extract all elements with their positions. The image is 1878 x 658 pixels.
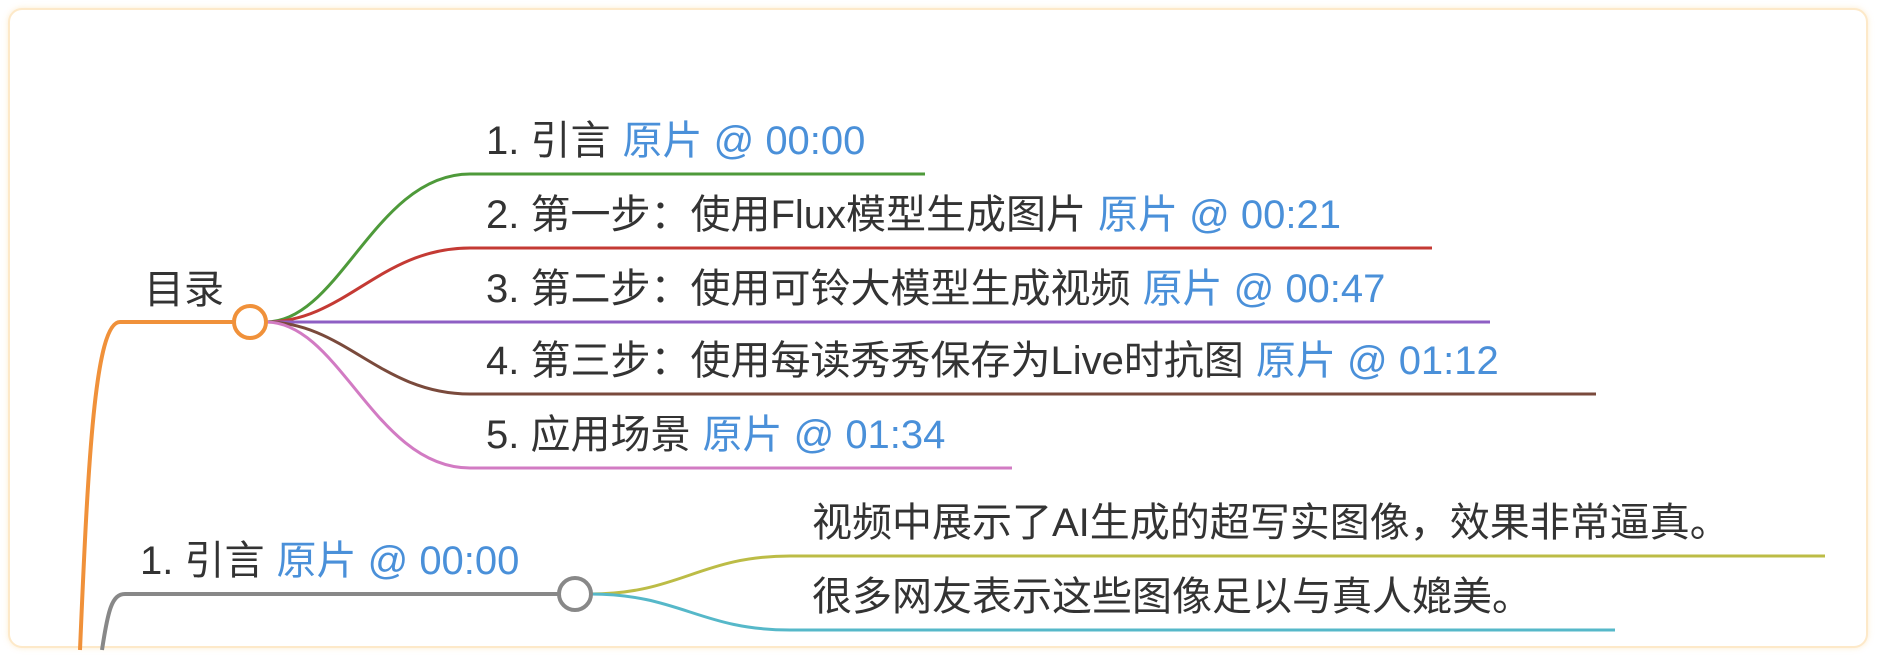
toc-label[interactable]: 目录 [144, 266, 224, 314]
intro-node-text: 1. 引言 [140, 539, 265, 583]
intro-node-link[interactable]: 原片 @ 00:00 [276, 539, 519, 583]
toc-item-3-link[interactable]: 原片 @ 00:47 [1142, 267, 1385, 311]
toc-item-4-text: 4. 第三步：使用每读秀秀保存为Live时抗图 [486, 339, 1244, 383]
toc-item-2-link[interactable]: 原片 @ 00:21 [1098, 193, 1341, 237]
toc-item-2-text: 2. 第一步：使用Flux模型生成图片 [486, 193, 1087, 237]
toc-item-3-text: 3. 第二步：使用可铃大模型生成视频 [486, 267, 1131, 311]
toc-item-4[interactable]: 4. 第三步：使用每读秀秀保存为Live时抗图 原片 @ 01:12 [486, 337, 1499, 385]
toc-item-2[interactable]: 2. 第一步：使用Flux模型生成图片 原片 @ 00:21 [486, 191, 1341, 239]
toc-item-4-link[interactable]: 原片 @ 01:12 [1256, 339, 1499, 383]
toc-item-5-link[interactable]: 原片 @ 01:34 [702, 413, 945, 457]
toc-item-3[interactable]: 3. 第二步：使用可铃大模型生成视频 原片 @ 00:47 [486, 265, 1385, 313]
mindmap-canvas: 目录 1. 引言 原片 @ 00:00 2. 第一步：使用Flux模型生成图片 原片… [0, 0, 1878, 658]
toc-item-5[interactable]: 5. 应用场景 原片 @ 01:34 [486, 411, 945, 459]
intro-child-2[interactable]: 很多网友表示这些图像足以与真人媲美。 [812, 573, 1532, 621]
intro-node[interactable]: 1. 引言 原片 @ 00:00 [140, 537, 519, 585]
edge-root-toc [78, 320, 235, 651]
toc-item-1[interactable]: 1. 引言 原片 @ 00:00 [486, 117, 865, 165]
edge-root-intro [100, 592, 560, 651]
toc-item-1-link[interactable]: 原片 @ 00:00 [622, 119, 865, 163]
toc-item-5-text: 5. 应用场景 [486, 413, 691, 457]
toc-item-1-text: 1. 引言 [486, 119, 611, 163]
toc-node-circle[interactable] [232, 304, 268, 340]
intro-child-1[interactable]: 视频中展示了AI生成的超写实图像，效果非常逼真。 [812, 499, 1730, 547]
intro-node-circle[interactable] [557, 576, 593, 612]
